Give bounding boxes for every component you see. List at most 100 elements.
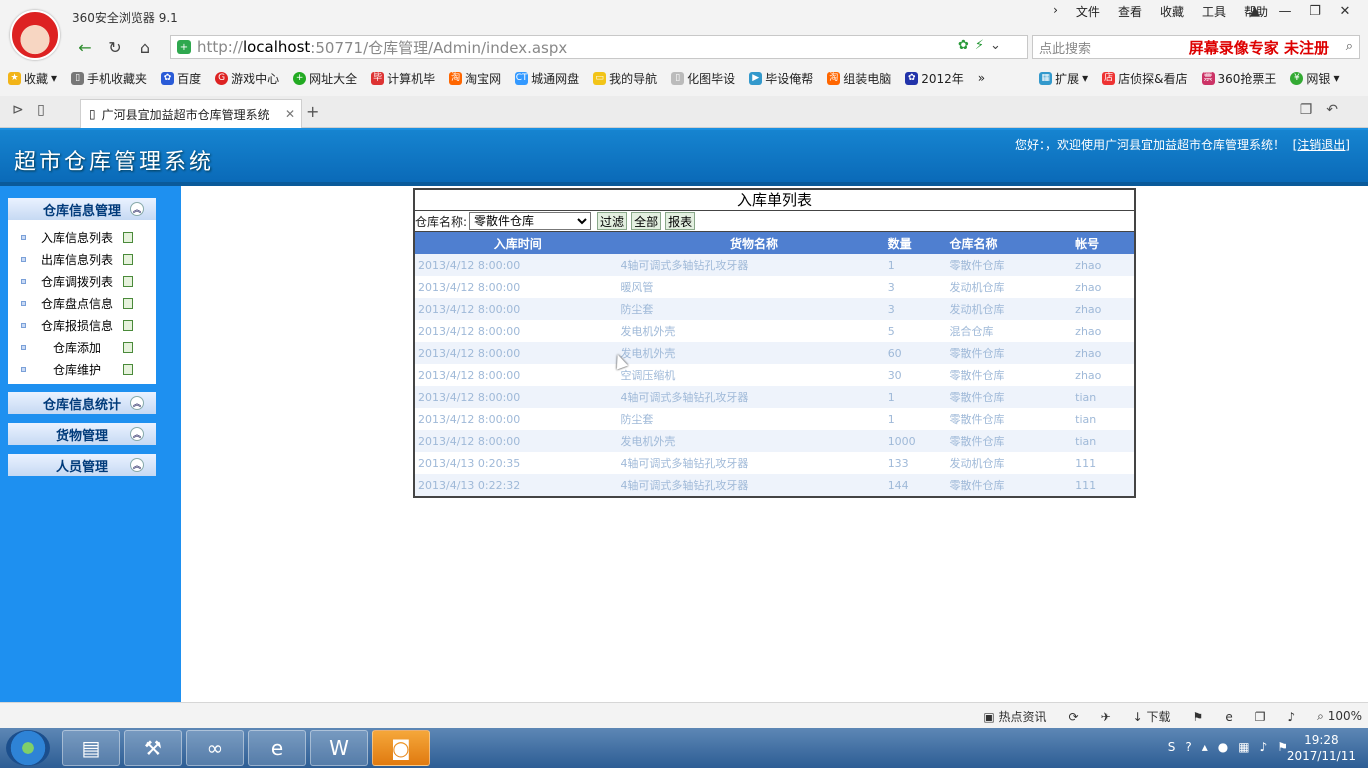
menu-tools[interactable]: 工具 bbox=[1202, 3, 1226, 20]
flag-icon[interactable]: ⚑ bbox=[1193, 710, 1204, 724]
close-tab-icon[interactable]: ✕ bbox=[285, 107, 295, 121]
start-button[interactable] bbox=[6, 730, 50, 766]
bookmark-help[interactable]: ▶ 毕设俺帮 bbox=[749, 70, 813, 87]
bookmark-tickets[interactable]: 票 360抢票王 bbox=[1201, 70, 1276, 87]
collapse-icon[interactable]: ︽ bbox=[130, 458, 144, 472]
all-button[interactable]: 全部 bbox=[631, 212, 662, 230]
bookmark-nav[interactable]: ▭ 我的导航 bbox=[593, 70, 657, 87]
restore-tabs-icon[interactable]: ❐ bbox=[1300, 102, 1313, 118]
url-rest: :50771/仓库管理/Admin/index.aspx bbox=[310, 38, 568, 57]
bookmark-games[interactable]: G 游戏中心 bbox=[215, 70, 279, 87]
search-box[interactable]: 点此搜索 屏幕录像专家 未注册 ⌕ bbox=[1032, 35, 1360, 59]
window-icon[interactable]: ❐ bbox=[1255, 710, 1266, 724]
bookmark-pc[interactable]: 淘组装电脑 bbox=[827, 70, 891, 87]
hot-news[interactable]: ▣ 热点资讯 bbox=[983, 708, 1046, 725]
window-controls: ▲ — ❐ ✕ bbox=[1240, 0, 1360, 22]
sidebar-item-outbound[interactable]: 出库信息列表 bbox=[8, 248, 156, 270]
address-bar[interactable]: + http://localhost:50771/仓库管理/Admin/inde… bbox=[170, 35, 1028, 59]
filter-button[interactable]: 过滤 bbox=[597, 212, 628, 230]
refresh-button[interactable]: ↻ bbox=[100, 35, 130, 59]
new-tab-button[interactable]: + bbox=[306, 102, 319, 121]
logout-link[interactable]: [注销退出] bbox=[1293, 138, 1350, 152]
menu-view[interactable]: 查看 bbox=[1118, 3, 1142, 20]
bookmark-extensions[interactable]: ▦ 扩展 ▾ bbox=[1039, 70, 1088, 87]
table-row: 2013/4/13 0:20:35 4轴可调式多轴钻孔攻牙器 133 发动机仓库 111 bbox=[415, 452, 1134, 474]
user-avatar[interactable] bbox=[10, 10, 60, 60]
bookmark-design[interactable]: ▯ 化图毕设 bbox=[671, 70, 735, 87]
bookmark-bank[interactable]: ¥ 网银 ▾ bbox=[1290, 70, 1339, 87]
bookmark-sites[interactable]: + 网址大全 bbox=[293, 70, 357, 87]
ie-icon[interactable]: e bbox=[1225, 710, 1232, 724]
warehouse-select[interactable]: 零散件仓库 bbox=[469, 212, 592, 230]
bookmark-baidu[interactable]: ✿ 百度 bbox=[161, 70, 201, 87]
menu-favorites[interactable]: 收藏 bbox=[1160, 3, 1184, 20]
compat-icon[interactable]: ✿ bbox=[958, 38, 969, 53]
maximize-button[interactable]: ❐ bbox=[1300, 0, 1330, 22]
cell-account: 111 bbox=[1075, 456, 1097, 470]
clock[interactable]: 19:28 2017/11/11 bbox=[1287, 732, 1356, 764]
zoom[interactable]: ⌕ 100% bbox=[1317, 709, 1362, 724]
cell-warehouse: 零散件仓库 bbox=[949, 347, 1005, 360]
sidebar-section-staff[interactable]: 人员管理 ︽ bbox=[8, 454, 156, 476]
bookmark-favorites[interactable]: ★ 收藏 ▾ bbox=[8, 70, 57, 87]
pin-icon[interactable]: ✈ bbox=[1101, 710, 1111, 724]
chevron-down-icon[interactable]: ⌄ bbox=[990, 38, 1001, 53]
bookmark-taobao[interactable]: 淘淘宝网 bbox=[449, 70, 501, 87]
collapse-icon[interactable]: ︽ bbox=[130, 427, 144, 441]
search-input[interactable]: 点此搜索 bbox=[1039, 38, 1091, 57]
chevron-right-icon[interactable]: › bbox=[1053, 3, 1058, 20]
collapse-icon[interactable]: ︽ bbox=[130, 202, 144, 216]
volume-icon[interactable]: ♪ bbox=[1287, 710, 1295, 724]
tray-s-icon[interactable]: S bbox=[1168, 740, 1176, 754]
bullet-icon bbox=[21, 256, 26, 262]
bookmark-mobile[interactable]: ▯ 手机收藏夹 bbox=[71, 70, 147, 87]
sidebar-item-inbound[interactable]: 入库信息列表 bbox=[8, 226, 156, 248]
cell-account: zhao bbox=[1075, 302, 1102, 316]
cell-warehouse: 混合仓库 bbox=[949, 325, 994, 338]
explorer-icon[interactable]: ▤ bbox=[62, 730, 120, 766]
cell-account: zhao bbox=[1075, 346, 1102, 360]
close-button[interactable]: ✕ bbox=[1330, 0, 1360, 22]
speed-icon[interactable]: ⚡ bbox=[975, 38, 984, 53]
browser-360-icon[interactable]: e bbox=[248, 730, 306, 766]
bookmark-2012[interactable]: ✿ 2012年 bbox=[905, 70, 964, 87]
sidebar-item-inventory[interactable]: 仓库盘点信息 bbox=[8, 292, 156, 314]
collapse-icon[interactable]: ︽ bbox=[130, 396, 144, 410]
skin-icon[interactable]: ▲ bbox=[1240, 0, 1270, 22]
tray-help-icon[interactable]: ? bbox=[1185, 740, 1191, 754]
minimize-button[interactable]: — bbox=[1270, 0, 1300, 22]
sidebar-item-maintain[interactable]: 仓库维护 bbox=[8, 358, 156, 380]
sidebar-item-loss[interactable]: 仓库报损信息 bbox=[8, 314, 156, 336]
tray-network-icon[interactable]: ▦ bbox=[1238, 740, 1249, 754]
sidebar-toggle-icon[interactable]: ⊳ ▯ bbox=[12, 102, 45, 118]
sidebar-section-stats[interactable]: 仓库信息统计 ︽ bbox=[8, 392, 156, 414]
bookmark-computer[interactable]: 毕计算机毕 bbox=[371, 70, 435, 87]
cell-warehouse: 零散件仓库 bbox=[949, 391, 1005, 404]
undo-icon[interactable]: ↶ bbox=[1326, 102, 1338, 118]
share-icon[interactable]: ⟳ bbox=[1069, 710, 1079, 724]
back-button[interactable]: ← bbox=[70, 35, 100, 59]
download[interactable]: ↓ 下载 bbox=[1133, 708, 1171, 725]
menu-file[interactable]: 文件 bbox=[1076, 3, 1100, 20]
tray-volume-icon[interactable]: ♪ bbox=[1260, 740, 1268, 754]
wps-icon[interactable]: W bbox=[310, 730, 368, 766]
tools-icon[interactable]: ⚒ bbox=[124, 730, 182, 766]
tab-active[interactable]: ▯ 广河县宜加益超市仓库管理系统 ✕ bbox=[80, 99, 302, 128]
cell-qty: 5 bbox=[887, 324, 895, 338]
inbound-list-panel: 入库单列表 仓库名称: 零散件仓库 过滤 全部 报表 入库时间 货物名称 数量 … bbox=[413, 188, 1136, 498]
clock-time: 19:28 bbox=[1304, 733, 1339, 747]
bookmark-shop[interactable]: 店店侦探&看店 bbox=[1102, 70, 1188, 87]
bookmark-ctdisk[interactable]: CT 城通网盘 bbox=[515, 70, 579, 87]
search-icon[interactable]: ⌕ bbox=[1346, 39, 1353, 54]
recorder-icon[interactable]: ◙ bbox=[372, 730, 430, 766]
sidebar-item-transfer[interactable]: 仓库调拨列表 bbox=[8, 270, 156, 292]
home-button[interactable]: ⌂ bbox=[130, 35, 160, 59]
tray-arrow-icon[interactable]: ▴ bbox=[1202, 740, 1208, 754]
report-button[interactable]: 报表 bbox=[665, 212, 696, 230]
sidebar-section-warehouse[interactable]: 仓库信息管理 ︽ bbox=[8, 198, 156, 220]
tray-wechat-icon[interactable]: ● bbox=[1218, 740, 1228, 754]
sidebar-section-goods[interactable]: 货物管理 ︽ bbox=[8, 423, 156, 445]
sidebar-item-add[interactable]: 仓库添加 bbox=[8, 336, 156, 358]
more-bookmarks-icon[interactable]: » bbox=[978, 71, 985, 85]
vs-icon[interactable]: ∞ bbox=[186, 730, 244, 766]
